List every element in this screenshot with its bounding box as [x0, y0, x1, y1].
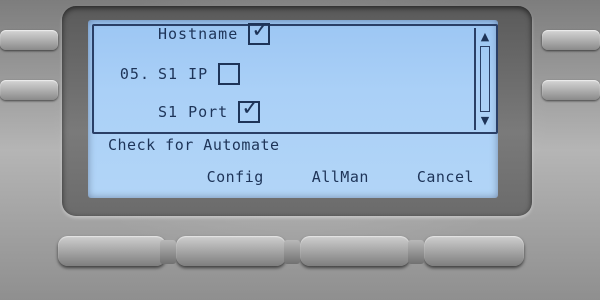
- scrollbar[interactable]: ▲ ▼: [474, 28, 494, 130]
- check-icon: ✓: [241, 96, 261, 121]
- scroll-up-icon[interactable]: ▲: [476, 30, 494, 44]
- soft-button-4[interactable]: [424, 236, 524, 266]
- option-list: Hostname ✓ 05. S1 IP S1 Port ✓ ▲ ▼: [92, 20, 498, 134]
- softkey-bar: Config AllMan Cancel: [88, 162, 498, 192]
- left-line-key-2[interactable]: [0, 80, 58, 100]
- allman-softkey[interactable]: AllMan: [288, 168, 393, 186]
- soft-button-1[interactable]: [58, 236, 166, 266]
- scroll-down-icon[interactable]: ▼: [476, 114, 494, 128]
- s1-port-checkbox[interactable]: ✓: [238, 96, 261, 123]
- option-row-hostname[interactable]: Hostname ✓: [94, 20, 271, 48]
- check-icon: ✓: [251, 20, 271, 43]
- s1-ip-checkbox[interactable]: [218, 63, 241, 85]
- option-number: 05.: [119, 65, 150, 83]
- option-label: S1 IP: [158, 65, 209, 83]
- hostname-checkbox[interactable]: ✓: [248, 20, 271, 45]
- right-line-key-1[interactable]: [542, 30, 600, 50]
- right-line-key-2[interactable]: [542, 80, 600, 100]
- option-row-s1-ip[interactable]: 05. S1 IP: [94, 60, 241, 88]
- scroll-track[interactable]: [480, 46, 490, 112]
- option-row-s1-port[interactable]: S1 Port ✓: [94, 96, 261, 126]
- soft-button-3[interactable]: [300, 236, 410, 266]
- prompt-text: Check for Automate: [108, 136, 280, 154]
- soft-button-2[interactable]: [176, 236, 286, 266]
- option-label: S1 Port: [158, 103, 229, 121]
- option-label: Hostname: [158, 25, 239, 43]
- left-line-key-1[interactable]: [0, 30, 58, 50]
- lcd-screen: Hostname ✓ 05. S1 IP S1 Port ✓ ▲ ▼ Check…: [88, 20, 498, 198]
- cancel-softkey[interactable]: Cancel: [393, 168, 498, 186]
- config-softkey[interactable]: Config: [183, 168, 288, 186]
- button-divider: [408, 240, 424, 264]
- button-divider: [284, 240, 300, 264]
- button-divider: [160, 240, 176, 264]
